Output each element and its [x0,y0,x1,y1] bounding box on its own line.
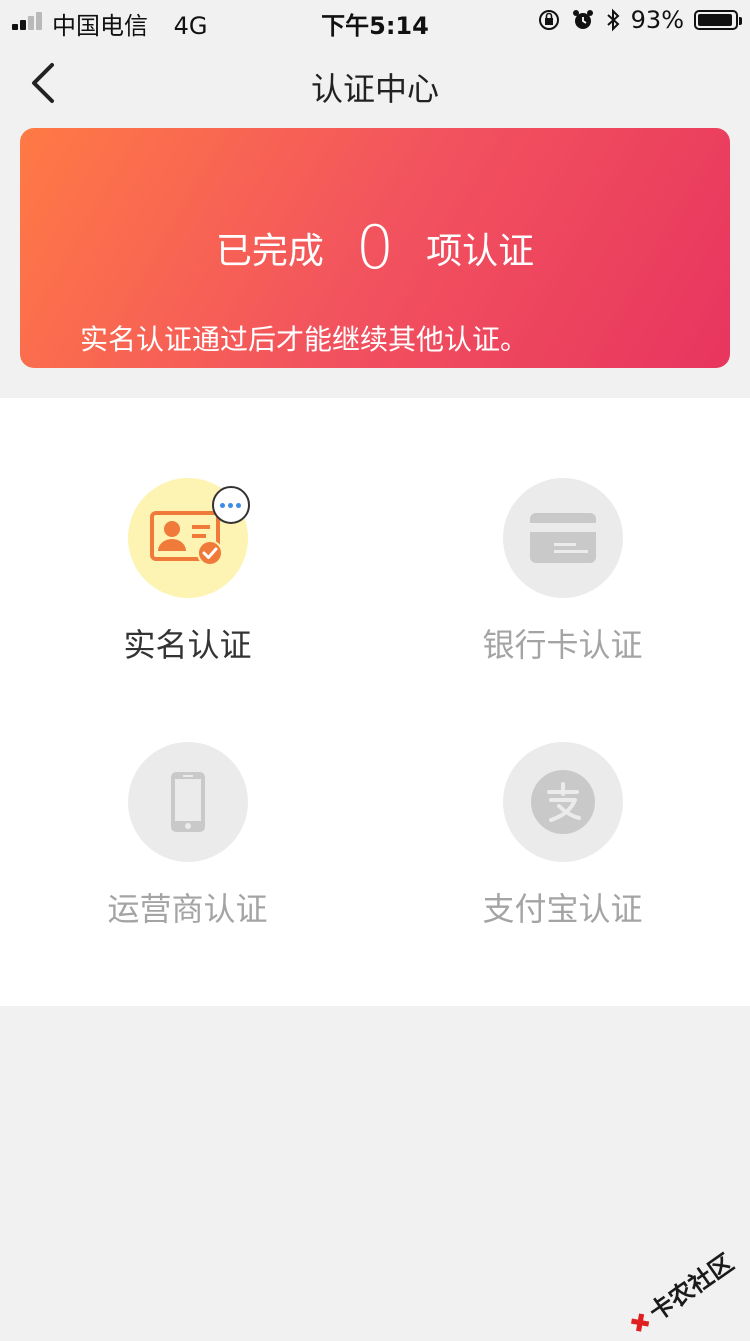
auth-item-bank-card[interactable]: 银行卡认证 [375,478,750,666]
banner-prefix: 已完成 [215,231,324,272]
rotation-lock-icon [538,10,559,30]
phone-icon [170,772,205,832]
completed-count: 0 [355,213,395,283]
auth-item-label: 运营商认证 [107,890,268,928]
auth-item-label: 支付宝认证 [482,890,643,928]
watermark-logo: ✖卡农社区 [624,1248,739,1341]
page-title: 认证中心 [310,70,439,108]
auth-grid: 实名认证 银行卡认证 运营商认证 支付宝认证 [0,398,750,1006]
battery-icon [694,10,742,30]
alarm-icon [572,10,593,29]
banner-suffix: 项认证 [426,231,535,272]
more-badge-icon [211,486,250,524]
id-card-icon [149,511,223,566]
bluetooth-icon [606,8,620,32]
progress-banner: 已完成 0 项认证 实名认证通过后才能继续其他认证。 [20,128,730,368]
nav-bar: 认证中心 [0,40,750,128]
auth-item-label: 实名认证 [123,626,252,664]
auth-item-real-name[interactable]: 实名认证 [0,478,375,666]
auth-item-carrier[interactable]: 运营商认证 [0,742,375,930]
bank-card-icon [529,513,596,563]
alipay-icon [530,770,595,834]
status-bar: 中国电信 4G 下午5:14 93% [0,0,750,40]
auth-item-label: 银行卡认证 [482,626,643,664]
auth-item-alipay[interactable]: 支付宝认证 [375,742,750,930]
battery-percent: 93% [630,6,684,34]
banner-note: 实名认证通过后才能继续其他认证。 [80,323,529,356]
